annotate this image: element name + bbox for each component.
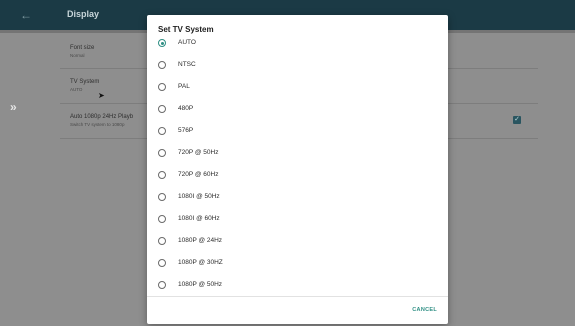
radio-icon[interactable] bbox=[158, 281, 166, 289]
dialog-divider bbox=[147, 296, 448, 297]
radio-icon[interactable] bbox=[158, 215, 166, 223]
checkbox-checked-icon[interactable]: ✓ bbox=[513, 116, 521, 124]
option-label: 480P bbox=[178, 105, 194, 112]
radio-icon[interactable] bbox=[158, 193, 166, 201]
option-label: 720P @ 60Hz bbox=[178, 171, 219, 178]
radio-icon[interactable] bbox=[158, 83, 166, 91]
option-label: PAL bbox=[178, 83, 190, 90]
option-auto[interactable]: AUTO bbox=[147, 35, 448, 55]
option-label: 1080P @ 24Hz bbox=[178, 237, 223, 244]
radio-icon[interactable] bbox=[158, 105, 166, 113]
option-1080p-50hz[interactable]: 1080P @ 50Hz bbox=[147, 277, 448, 297]
mouse-cursor-icon: ➤ bbox=[98, 91, 105, 100]
radio-icon[interactable] bbox=[158, 171, 166, 179]
option-label: 1080P @ 50Hz bbox=[178, 281, 223, 288]
option-576p[interactable]: 576P bbox=[147, 123, 448, 143]
option-1080i-50hz[interactable]: 1080I @ 50Hz bbox=[147, 189, 448, 209]
cancel-button[interactable]: CANCEL bbox=[412, 307, 437, 313]
tv-system-dialog: Set TV System AUTO NTSC PAL 480P 576P 72… bbox=[147, 15, 448, 324]
option-pal[interactable]: PAL bbox=[147, 79, 448, 99]
arrow-left-icon[interactable]: ← bbox=[20, 8, 32, 22]
option-1080i-60hz[interactable]: 1080I @ 60Hz bbox=[147, 211, 448, 231]
option-ntsc[interactable]: NTSC bbox=[147, 57, 448, 77]
option-label: NTSC bbox=[178, 61, 196, 68]
radio-icon[interactable] bbox=[158, 259, 166, 267]
radio-selected-icon[interactable] bbox=[158, 39, 166, 47]
option-720p-50hz[interactable]: 720P @ 50Hz bbox=[147, 145, 448, 165]
option-label: 1080I @ 60Hz bbox=[178, 215, 220, 222]
expand-chevron-icon[interactable]: » bbox=[10, 100, 17, 114]
dialog-title: Set TV System bbox=[158, 25, 214, 34]
radio-icon[interactable] bbox=[158, 149, 166, 157]
option-720p-60hz[interactable]: 720P @ 60Hz bbox=[147, 167, 448, 187]
option-label: 1080P @ 30HZ bbox=[178, 259, 223, 266]
option-label: 576P bbox=[178, 127, 194, 134]
page-title: Display bbox=[67, 9, 100, 19]
radio-icon[interactable] bbox=[158, 237, 166, 245]
radio-icon[interactable] bbox=[158, 61, 166, 69]
option-1080p-30hz[interactable]: 1080P @ 30HZ bbox=[147, 255, 448, 275]
option-label: 1080I @ 50Hz bbox=[178, 193, 220, 200]
radio-icon[interactable] bbox=[158, 127, 166, 135]
option-480p[interactable]: 480P bbox=[147, 101, 448, 121]
option-label: AUTO bbox=[178, 39, 196, 46]
option-label: 720P @ 50Hz bbox=[178, 149, 219, 156]
option-1080p-24hz[interactable]: 1080P @ 24Hz bbox=[147, 233, 448, 253]
